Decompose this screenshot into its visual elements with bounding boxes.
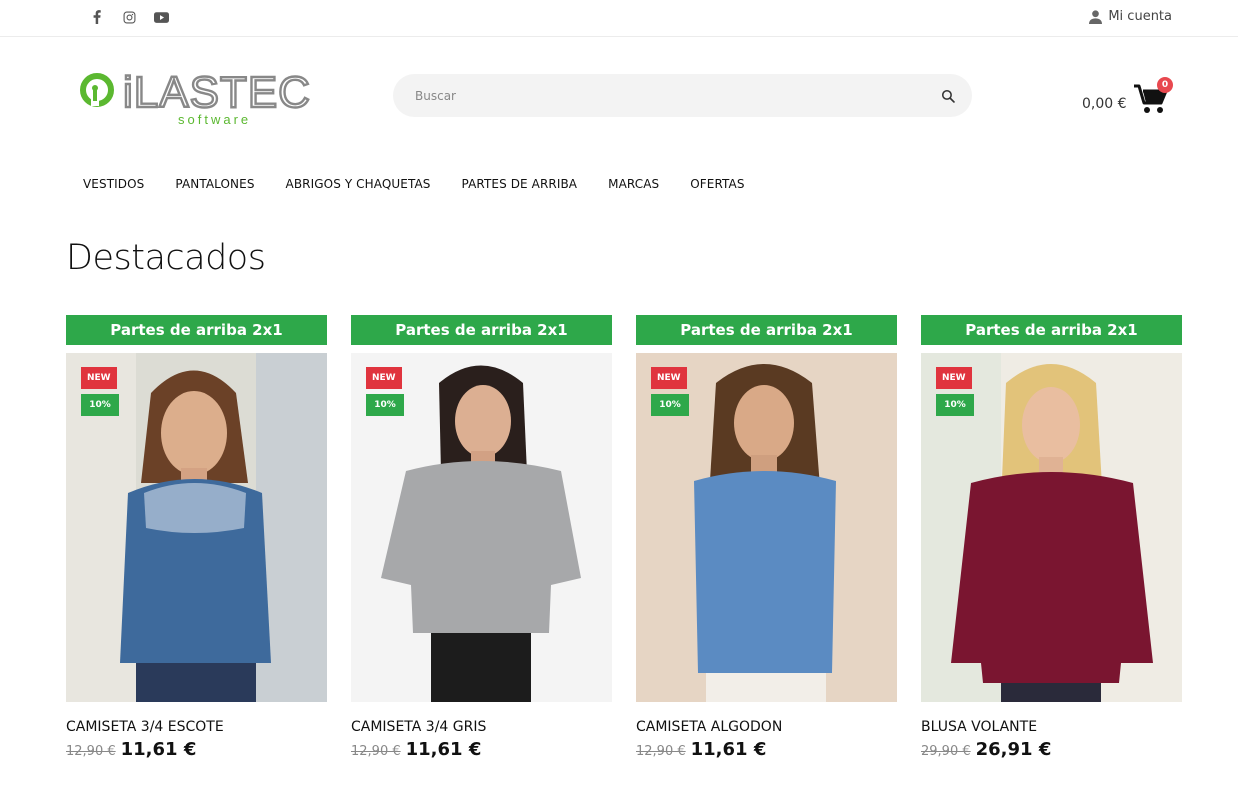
product-image[interactable]: NEW 10% xyxy=(636,353,897,702)
sale-price: 11,61 € xyxy=(120,739,197,760)
badge-discount: 10% xyxy=(651,394,689,416)
badge-new: NEW xyxy=(936,367,972,389)
nav-item-marcas[interactable]: MARCAS xyxy=(608,177,659,191)
nav-item-partes-arriba[interactable]: PARTES DE ARRIBA xyxy=(462,177,578,191)
product-card[interactable]: Partes de arriba 2x1 NEW 10% CAMISETA 3/… xyxy=(351,315,612,760)
nav-item-pantalones[interactable]: PANTALONES xyxy=(175,177,254,191)
cart-total: 0,00 € xyxy=(1082,96,1127,112)
old-price: 29,90 € xyxy=(921,744,971,759)
promo-banner[interactable]: Partes de arriba 2x1 xyxy=(636,315,897,345)
promo-banner[interactable]: Partes de arriba 2x1 xyxy=(351,315,612,345)
section-title: Destacados xyxy=(66,238,266,278)
youtube-icon[interactable] xyxy=(152,8,170,26)
search-bar xyxy=(393,74,972,117)
nav-item-ofertas[interactable]: OFERTAS xyxy=(690,177,744,191)
product-name[interactable]: BLUSA VOLANTE xyxy=(921,719,1182,735)
sale-price: 11,61 € xyxy=(405,739,482,760)
old-price: 12,90 € xyxy=(351,744,401,759)
search-icon[interactable] xyxy=(938,86,958,106)
product-card[interactable]: Partes de arriba 2x1 NEW 10% CAMISETA 3/… xyxy=(66,315,327,760)
product-card[interactable]: Partes de arriba 2x1 NEW 10% BLUSA VOLAN… xyxy=(921,315,1182,760)
product-image[interactable]: NEW 10% xyxy=(351,353,612,702)
nav-item-vestidos[interactable]: VESTIDOS xyxy=(83,177,144,191)
product-card[interactable]: Partes de arriba 2x1 NEW 10% CAMISETA AL… xyxy=(636,315,897,760)
main-nav: VESTIDOS PANTALONES ABRIGOS Y CHAQUETAS … xyxy=(83,177,745,191)
logo-subtitle: software xyxy=(178,112,251,127)
facebook-icon[interactable] xyxy=(88,8,106,26)
old-price: 12,90 € xyxy=(66,744,116,759)
badge-discount: 10% xyxy=(366,394,404,416)
product-prices: 12,90 € 11,61 € xyxy=(66,739,327,760)
nav-item-abrigos[interactable]: ABRIGOS Y CHAQUETAS xyxy=(286,177,431,191)
promo-banner[interactable]: Partes de arriba 2x1 xyxy=(66,315,327,345)
product-prices: 29,90 € 26,91 € xyxy=(921,739,1182,760)
account-label: Mi cuenta xyxy=(1108,9,1172,24)
product-prices: 12,90 € 11,61 € xyxy=(636,739,897,760)
badge-new: NEW xyxy=(81,367,117,389)
logo-wordmark: iLASTEC xyxy=(123,70,311,117)
badge-new: NEW xyxy=(651,367,687,389)
promo-banner[interactable]: Partes de arriba 2x1 xyxy=(921,315,1182,345)
product-image[interactable]: NEW 10% xyxy=(66,353,327,702)
product-name[interactable]: CAMISETA ALGODON xyxy=(636,719,897,735)
cart[interactable]: 0,00 € 0 xyxy=(1082,76,1182,121)
product-name[interactable]: CAMISETA 3/4 ESCOTE xyxy=(66,719,327,735)
social-links xyxy=(88,8,170,26)
cart-count-badge: 0 xyxy=(1157,77,1173,93)
top-bar: Mi cuenta xyxy=(0,0,1238,37)
product-grid: Partes de arriba 2x1 NEW 10% CAMISETA 3/… xyxy=(66,315,1182,760)
old-price: 12,90 € xyxy=(636,744,686,759)
badge-discount: 10% xyxy=(936,394,974,416)
sale-price: 26,91 € xyxy=(975,739,1052,760)
search-input[interactable] xyxy=(393,74,972,117)
product-name[interactable]: CAMISETA 3/4 GRIS xyxy=(351,719,612,735)
account-link[interactable]: Mi cuenta xyxy=(1089,9,1172,24)
badge-new: NEW xyxy=(366,367,402,389)
product-image[interactable]: NEW 10% xyxy=(921,353,1182,702)
sale-price: 11,61 € xyxy=(690,739,767,760)
user-icon xyxy=(1089,9,1103,24)
site-logo[interactable]: iLASTEC software xyxy=(80,67,340,128)
instagram-icon[interactable] xyxy=(120,8,138,26)
badge-discount: 10% xyxy=(81,394,119,416)
product-prices: 12,90 € 11,61 € xyxy=(351,739,612,760)
